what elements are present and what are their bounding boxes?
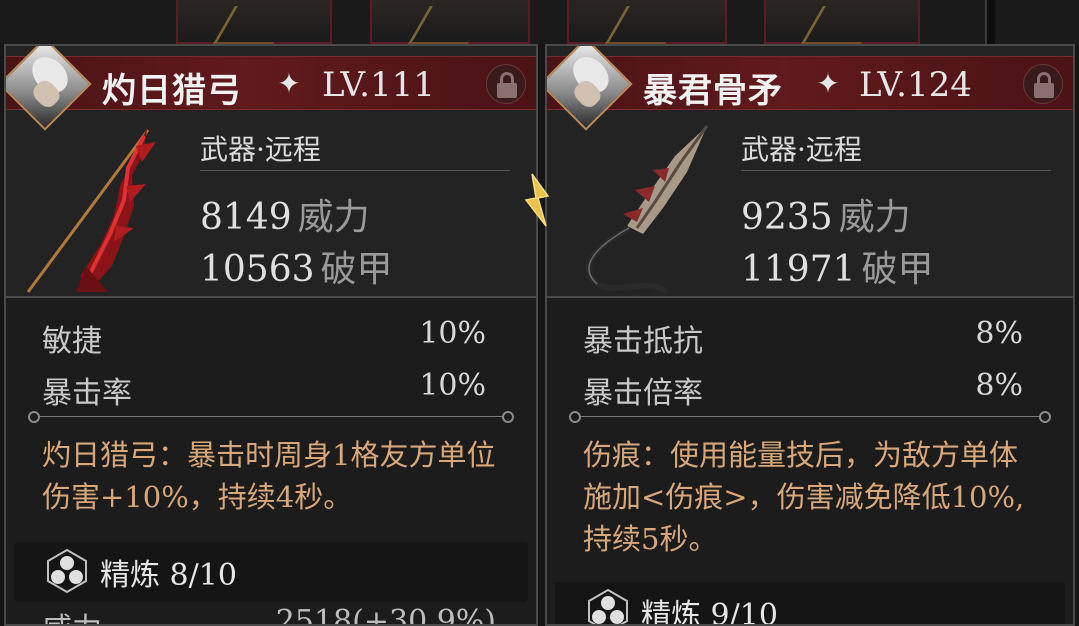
substat-value: 8% [975,368,1023,403]
power-label: 威力 [297,197,370,238]
refine-panel: 精炼 8/10 [14,542,528,602]
refine-label: 精炼 [641,598,701,626]
refine-stat-value: 2518(+30.9%) [275,604,496,626]
unlock-icon[interactable] [486,64,526,104]
pierce-value: 11971 [741,249,856,290]
divider [200,170,510,171]
weapon-type: 武器·远程 [200,133,321,166]
pierce-stat: 11971 破甲 [741,240,934,292]
item-level: LV.111 [322,65,435,105]
equipment-slot-strip [0,0,1079,44]
refine-value: 9/10 [710,598,778,626]
refine-text: 精炼 8/10 [100,550,237,594]
divider [741,170,1051,171]
equipment-slot[interactable] [370,0,530,44]
substat-label: 暴击倍率 [583,376,703,411]
bow-weapon-icon [26,126,156,293]
substat-row: 暴击抵抗 8% [583,316,1023,360]
equipment-slot[interactable] [176,0,332,44]
substat-label: 暴击率 [42,376,132,411]
spear-weapon-icon [586,125,709,295]
equipment-slot[interactable] [764,0,920,44]
power-stat: 8149 威力 [200,188,370,240]
skill-description: 灼日猎弓：暴击时周身1格友方单位伤害+10%，持续4秒。 [42,438,496,514]
pierce-stat: 10563 破甲 [200,240,393,292]
power-value: 9235 [741,197,833,238]
substat-label: 敏捷 [42,324,102,359]
substat-value: 10% [419,368,486,403]
slot-divider [985,0,995,44]
substat-row: 暴击倍率 8% [583,368,1023,412]
power-value: 8149 [200,197,292,238]
card-details: 敏捷 10% 暴击率 10% 灼日猎弓：暴击时周身1格友方单位伤害+10%，持续4秒… [6,298,536,624]
card-header: 暴君骨矛 ✦ LV.124 [547,46,1073,131]
item-name: 暴君骨矛 [643,71,783,111]
equipment-slot[interactable] [567,0,727,44]
refine-value: 8/10 [169,558,237,593]
card-header: 灼日猎弓 ✦ LV.111 [6,46,536,131]
ornament-divider [28,410,514,424]
unlock-icon[interactable] [1023,64,1063,104]
substat-label: 暴击抵抗 [583,324,703,359]
pierce-label: 破甲 [861,249,934,290]
ornament-divider [569,410,1051,424]
card-details: 暴击抵抗 8% 暴击倍率 8% 伤痕：使用能量技后，为敌方单体施加<伤痕>，伤害减免… [547,298,1073,624]
skill-description: 伤痕：使用能量技后，为敌方单体施加<伤痕>，伤害减免降低10%,持续5秒。 [583,438,1025,556]
weapon-card-current: 灼日猎弓 ✦ LV.111 武器·远程 8149 威力 10563 破甲 敏捷 10%… [4,44,538,626]
power-label: 威力 [838,197,911,238]
refine-text: 精炼 9/10 [641,590,778,626]
substat-value: 10% [419,316,486,351]
pierce-value: 10563 [200,249,315,290]
item-level: LV.124 [859,65,972,105]
substat-row: 敏捷 10% [42,316,486,360]
refine-label: 精炼 [100,558,160,593]
substat-value: 8% [975,316,1023,351]
refine-hexagon-icon [588,588,628,624]
sparkle-icon: ✦ [816,67,840,100]
pierce-label: 破甲 [320,249,393,290]
refine-hexagon-icon [47,548,87,594]
lightning-compare-icon [524,173,550,227]
sparkle-icon: ✦ [277,67,301,100]
power-stat: 9235 威力 [741,188,911,240]
weapon-type: 武器·远程 [741,133,862,166]
refine-stat-row: 威力 2518(+30.9%) [42,604,496,626]
refine-panel: 精炼 9/10 [555,582,1065,626]
weapon-card-new: 暴君骨矛 ✦ LV.124 武器·远程 9235 威力 11971 破甲 暴击抵抗 8… [545,44,1075,626]
refine-stat-label: 威力 [42,612,102,624]
item-name: 灼日猎弓 [102,71,242,111]
substat-row: 暴击率 10% [42,368,486,412]
